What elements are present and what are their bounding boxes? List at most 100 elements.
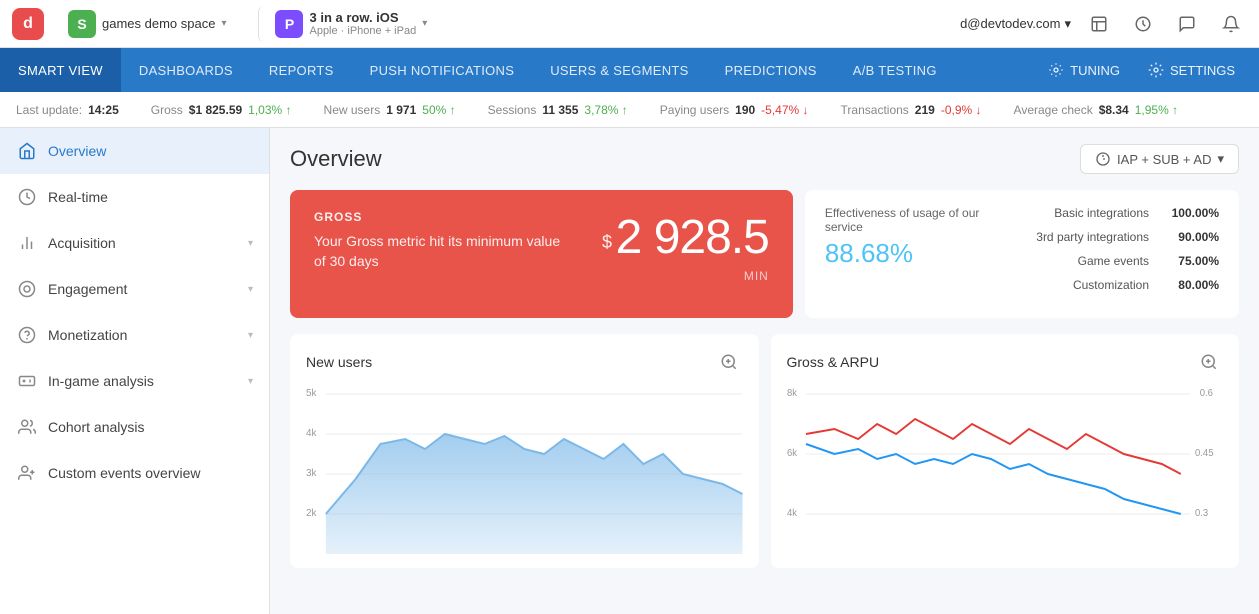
devtodev-logo: d [12,8,44,40]
settings-label: SETTINGS [1170,63,1235,78]
new-users-chart-header: New users [306,348,743,376]
user-chevron: ▾ [1064,16,1071,32]
bell-icon[interactable] [1215,8,1247,40]
nav-users-segments[interactable]: USERS & SEGMENTS [532,48,706,92]
tuning-label: TUNING [1070,63,1120,78]
new-users-change: 50% ↑ [422,103,455,117]
sessions-label: Sessions [488,103,537,117]
charts-row: New users 5k 4k 3k 2k [290,334,1239,568]
last-update: Last update: 14:25 [16,103,119,117]
nav-predictions[interactable]: PREDICTIONS [707,48,835,92]
filter-chevron: ▾ [1217,151,1224,167]
effect-percentage: 88.68% [825,238,1003,269]
bar-chart-icon [16,232,38,254]
transactions-stat: Transactions 219 -0,9% ↓ [841,103,982,117]
gross-change: 1,03% ↑ [248,103,291,117]
sessions-stat: Sessions 11 355 3,78% ↑ [488,103,628,117]
svg-text:8k: 8k [787,388,797,399]
gross-arpu-zoom-button[interactable] [1195,348,1223,376]
top-bar: d S games demo space ▾ P 3 in a row. iOS… [0,0,1259,48]
content-header: Overview IAP + SUB + AD ▾ [290,144,1239,174]
expand-icon: ▾ [248,376,253,387]
workspace-chevron: ▾ [221,18,226,29]
svg-text:0.3: 0.3 [1195,508,1208,519]
sidebar-item-label: Cohort analysis [48,419,145,435]
expand-icon: ▾ [248,284,253,295]
gross-card: GROSS Your Gross metric hit its minimum … [290,190,793,318]
svg-text:6k: 6k [787,448,797,459]
svg-text:3k: 3k [306,468,316,479]
nav-reports[interactable]: REPORTS [251,48,352,92]
top-bar-right: d@devtodev.com ▾ [960,8,1247,40]
transactions-label: Transactions [841,103,909,117]
sidebar-item-ingame[interactable]: In-game analysis ▾ [0,358,269,404]
app-name: 3 in a row. iOS [309,10,416,25]
workspace-icon: S [68,10,96,38]
gross-value: $1 825.59 [189,103,242,117]
settings-button[interactable]: SETTINGS [1136,56,1247,84]
svg-text:2k: 2k [306,508,316,519]
gross-arpu-chart-area: 8k 6k 4k 0.6 0.45 0.3 [787,384,1224,554]
workspace-name: games demo space [102,16,215,31]
expand-icon: ▾ [248,330,253,341]
transactions-value: 219 [915,103,935,117]
avg-check-stat: Average check $8.34 1,95% ↑ [1014,103,1179,117]
svg-text:0.6: 0.6 [1199,388,1212,399]
app-switcher[interactable]: P 3 in a row. iOS Apple · iPhone + iPad … [258,6,435,42]
gross-card-label: GROSS [314,210,574,224]
app-subtitle: Apple · iPhone + iPad [309,25,416,37]
sidebar-item-label: In-game analysis [48,373,154,389]
custom-events-icon [16,462,38,484]
sidebar-item-label: Monetization [48,327,127,343]
filter-label: IAP + SUB + AD [1117,152,1211,167]
top-cards-row: GROSS Your Gross metric hit its minimum … [290,190,1239,318]
svg-text:0.45: 0.45 [1195,448,1213,459]
content-area: Overview IAP + SUB + AD ▾ GROSS Your Gro… [270,128,1259,614]
filter-button[interactable]: IAP + SUB + AD ▾ [1080,144,1239,174]
sidebar-item-overview[interactable]: Overview [0,128,269,174]
expand-icon: ▾ [248,238,253,249]
sidebar-item-label: Real-time [48,189,108,205]
paying-users-value: 190 [735,103,755,117]
billing-icon[interactable] [1127,8,1159,40]
gross-currency: $ [602,232,612,252]
nav-push-notifications[interactable]: PUSH NOTIFICATIONS [352,48,533,92]
svg-text:4k: 4k [306,428,316,439]
app-icon: P [275,10,303,38]
gamepad-icon [16,370,38,392]
nav-bar: SMART VIEW DASHBOARDS REPORTS PUSH NOTIF… [0,48,1259,92]
sidebar-item-label: Engagement [48,281,127,297]
svg-text:5k: 5k [306,388,316,399]
avg-check-value: $8.34 [1099,103,1129,117]
sidebar-item-realtime[interactable]: Real-time [0,174,269,220]
sidebar-item-acquisition[interactable]: Acquisition ▾ [0,220,269,266]
new-users-value: 1 971 [386,103,416,117]
sidebar-item-label: Overview [48,143,106,159]
sidebar-item-engagement[interactable]: Engagement ▾ [0,266,269,312]
effect-rows: Basic integrations 100.00% 3rd party int… [1019,206,1219,302]
gross-card-amount: $ 2 928.5 MIN [602,210,769,283]
workspace-switcher[interactable]: S games demo space ▾ [60,6,234,42]
transactions-change: -0,9% ↓ [941,103,982,117]
status-bar: Last update: 14:25 Gross $1 825.59 1,03%… [0,92,1259,128]
clock-icon [16,186,38,208]
dollar-icon [16,324,38,346]
new-users-zoom-button[interactable] [715,348,743,376]
paying-users-label: Paying users [660,103,729,117]
gross-card-message: Your Gross metric hit its minimum value … [314,232,574,271]
user-email[interactable]: d@devtodev.com ▾ [960,16,1071,32]
nav-dashboards[interactable]: DASHBOARDS [121,48,251,92]
sidebar-item-cohort[interactable]: Cohort analysis [0,404,269,450]
nav-smart-view[interactable]: SMART VIEW [0,48,121,92]
nav-ab-testing[interactable]: A/B TESTING [835,48,955,92]
svg-text:4k: 4k [787,508,797,519]
sidebar-item-custom-events[interactable]: Custom events overview [0,450,269,496]
gross-unit: MIN [602,269,769,283]
sidebar-item-monetization[interactable]: Monetization ▾ [0,312,269,358]
tuning-button[interactable]: TUNING [1036,56,1132,84]
engagement-icon [16,278,38,300]
top-bar-left: d S games demo space ▾ P 3 in a row. iOS… [12,6,435,42]
notifications-icon[interactable] [1083,8,1115,40]
chat-icon[interactable] [1171,8,1203,40]
page-title: Overview [290,146,382,172]
